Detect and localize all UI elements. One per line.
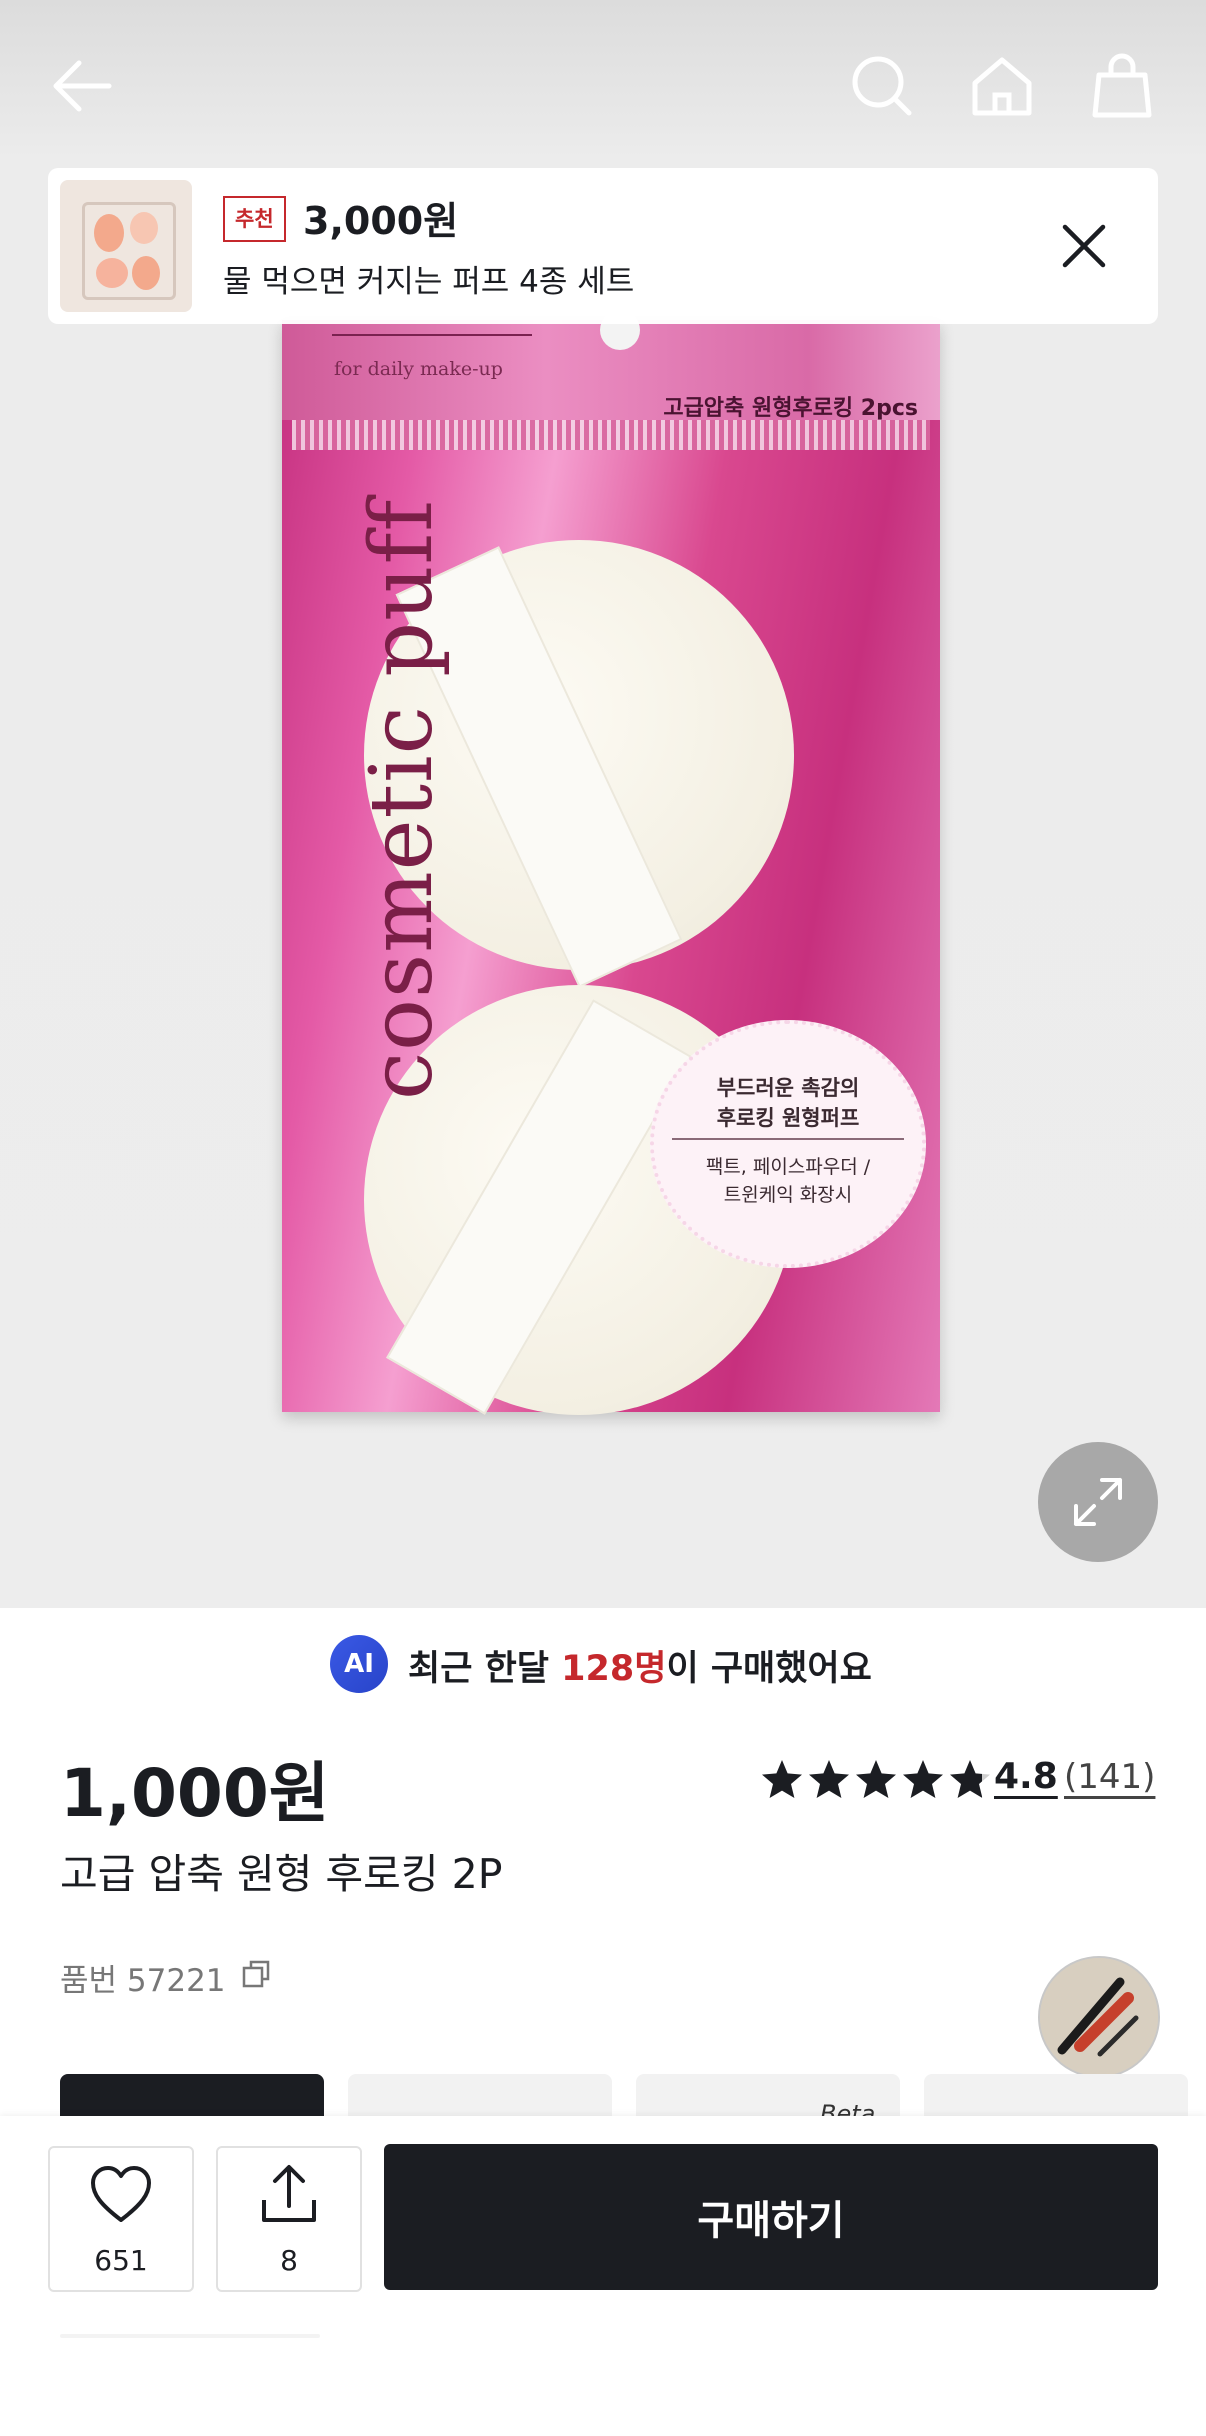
package-tagline: for daily make-up: [334, 358, 503, 380]
promo-close-button[interactable]: [1048, 210, 1120, 282]
seal-line-3: 팩트, 페이스파우더 /: [705, 1156, 871, 1178]
bottom-action-bar: 651 8 구매하기: [0, 2116, 1206, 2436]
star-icon: [950, 1760, 990, 1798]
rating-value[interactable]: 4.8: [994, 1756, 1058, 1797]
buyers-suffix: 이 구매했어요: [666, 1649, 872, 1689]
star-icon: [762, 1760, 802, 1798]
expand-icon: [1074, 1478, 1122, 1526]
share-button[interactable]: 8: [216, 2146, 362, 2292]
shopping-bag-icon: [1092, 53, 1152, 118]
close-icon: [1062, 224, 1106, 268]
home-button[interactable]: [960, 44, 1044, 128]
product-price: 1,000원: [60, 1755, 330, 1832]
package-name: 고급압축 원형후로킹 2pcs: [663, 396, 918, 421]
home-icon: [972, 57, 1032, 116]
star-icon: [809, 1760, 849, 1798]
top-nav-bar: [0, 0, 1206, 170]
recent-buyers-text: 최근 한달 128명이 구매했어요: [408, 1640, 872, 1691]
star-icon: [903, 1760, 943, 1798]
product-sku: 품번 57221: [60, 1963, 226, 1999]
back-arrow-icon: [53, 60, 112, 112]
package-zipper: [292, 420, 930, 450]
floating-thumbnail-button[interactable]: [1038, 1956, 1160, 2078]
share-count: 8: [280, 2244, 298, 2277]
back-button[interactable]: [40, 44, 124, 128]
like-count: 651: [94, 2244, 148, 2277]
recent-buyers-banner: AI 최근 한달 128명이 구매했어요: [0, 1630, 1206, 1696]
rating-stars[interactable]: [760, 1758, 992, 1802]
buy-button[interactable]: 구매하기: [384, 2144, 1158, 2290]
search-button[interactable]: [840, 44, 924, 128]
recommend-badge: 추천: [223, 196, 286, 242]
seal-line-2: 후로킹 원형퍼프: [716, 1106, 860, 1130]
home-indicator: [60, 2334, 320, 2338]
promo-banner[interactable]: 추천 3,000원 물 먹으면 커지는 퍼프 4종 세트: [48, 168, 1158, 324]
star-icon: [856, 1760, 896, 1798]
cart-button[interactable]: [1080, 44, 1164, 128]
promo-thumbnail: [60, 180, 192, 312]
product-name: 고급 압축 원형 후로킹 2P: [60, 1850, 503, 1898]
review-count[interactable]: (141): [1064, 1757, 1155, 1797]
product-image: for daily make-up 고급압축 원형후로킹 2pcs cosmet…: [282, 310, 940, 1415]
copy-icon: [242, 1960, 270, 1988]
copy-sku-button[interactable]: [240, 1958, 274, 1996]
share-icon: [262, 2165, 316, 2222]
package-seal: 부드러운 촉감의 후로킹 원형퍼프 팩트, 페이스파우더 / 트윈케익 화장시: [650, 1020, 926, 1268]
buyers-prefix: 최근 한달: [408, 1649, 562, 1689]
seal-line-1: 부드러운 촉감의: [716, 1076, 860, 1100]
product-image-area[interactable]: for daily make-up 고급압축 원형후로킹 2pcs cosmet…: [0, 0, 1206, 1608]
heart-icon: [91, 2166, 151, 2222]
package-brand: cosmetic puff: [352, 498, 452, 1100]
seal-divider: [672, 1138, 904, 1140]
buyers-count: 128명: [561, 1649, 667, 1689]
package-line: [332, 334, 532, 336]
expand-image-button[interactable]: [1038, 1442, 1158, 1562]
search-icon: [852, 56, 912, 116]
ai-badge: AI: [330, 1635, 388, 1693]
seal-line-4: 트윈케익 화장시: [723, 1184, 853, 1206]
promo-price: 3,000원: [303, 199, 459, 243]
promo-description: 물 먹으면 커지는 퍼프 4종 세트: [223, 264, 635, 300]
product-thumbnail-icon: [1040, 1958, 1158, 2076]
detail-tabs-peek: Beta: [0, 2074, 1206, 2134]
like-button[interactable]: 651: [48, 2146, 194, 2292]
